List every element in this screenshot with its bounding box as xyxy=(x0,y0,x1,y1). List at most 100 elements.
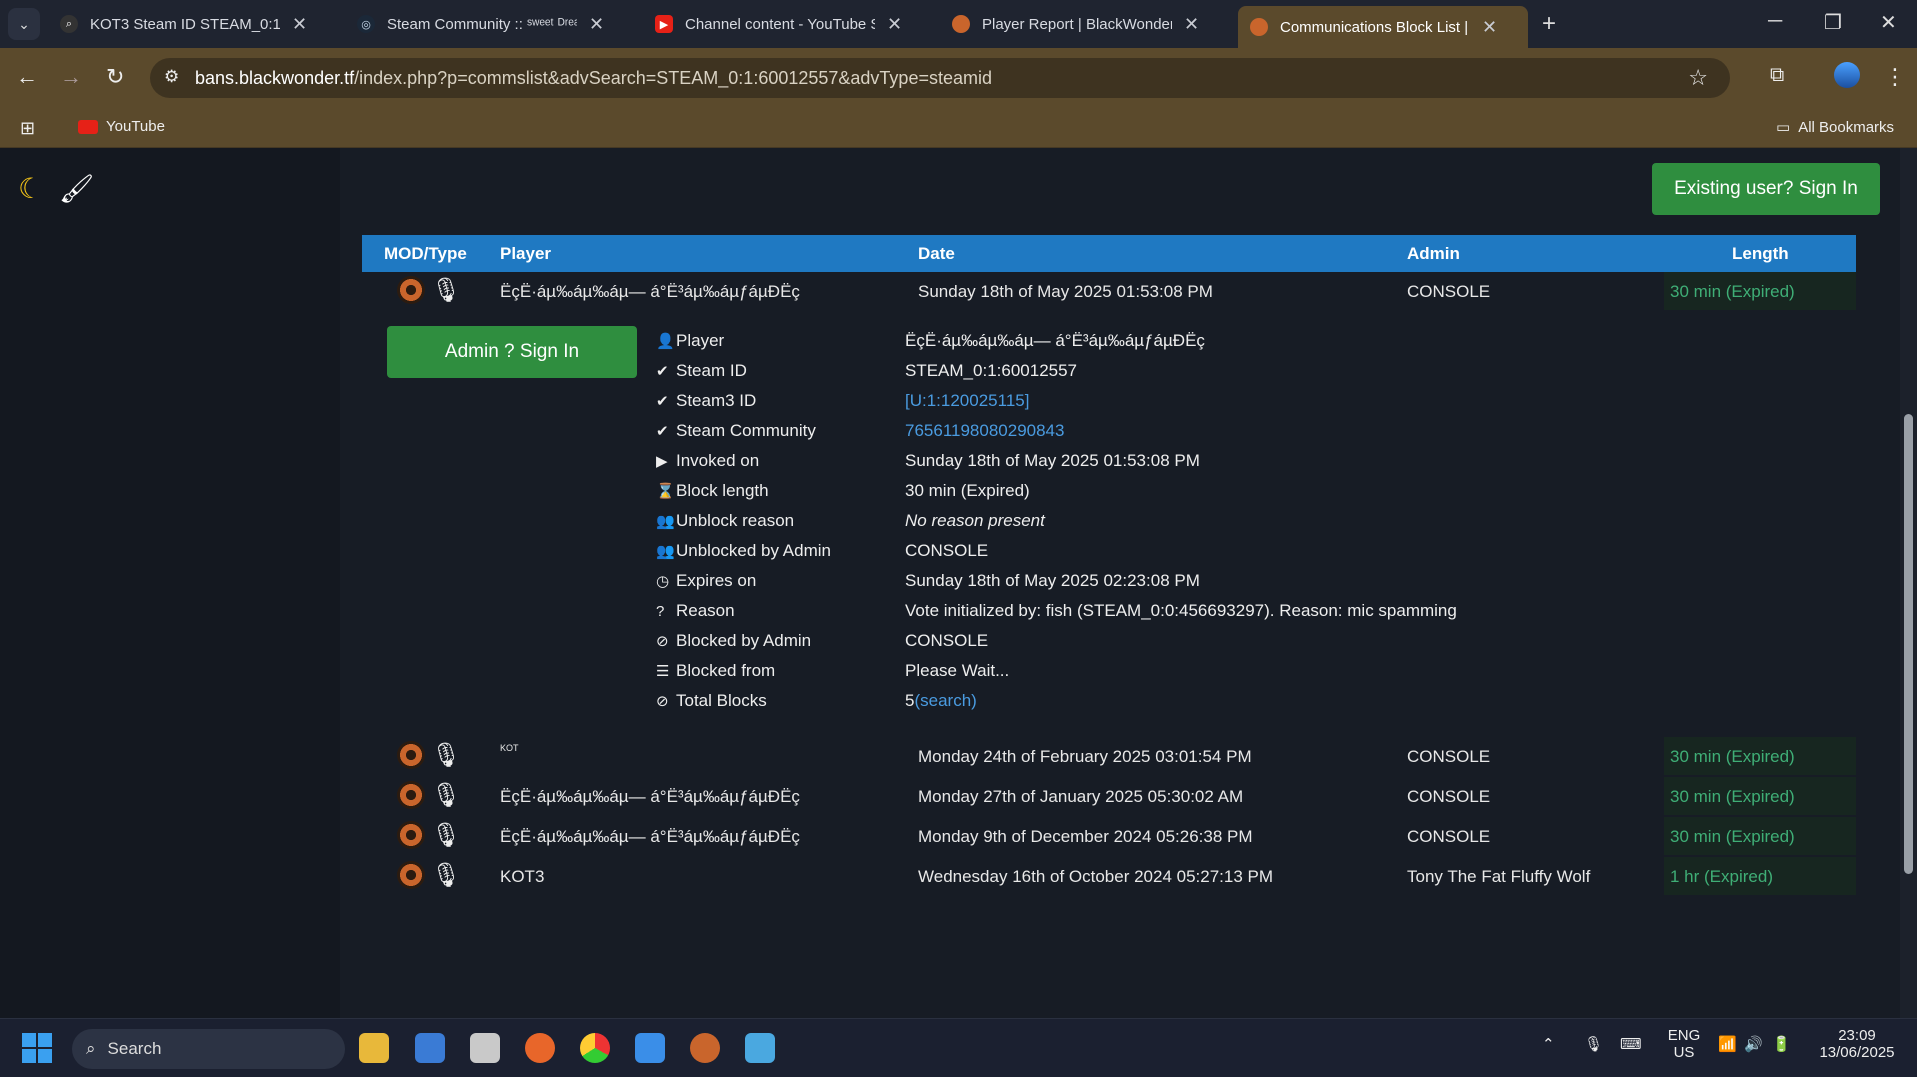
extensions-icon[interactable]: ⧉ xyxy=(1770,64,1784,87)
table-row[interactable]: 🎙 ЁçЁ·áµ‰áµ‰áµ— á°Ё³áµ‰áµƒáµÐЁç Monday 2… xyxy=(362,777,1856,815)
wifi-icon[interactable]: 📶 xyxy=(1718,1035,1737,1053)
detail-label-expires-on: ◷ Expires on xyxy=(656,571,757,590)
clock[interactable]: 23:09 13/06/2025 xyxy=(1812,1027,1902,1061)
detail-value-steam-id: STEAM_0:1:60012557 xyxy=(905,361,1078,380)
steam3-id-link[interactable]: [U:1:120025115] xyxy=(905,391,1029,411)
tab-2[interactable]: ◎ Steam Community :: ˢʷᵉᵉᵗ ᴰʳᵉᵃᵐˢ ✕ xyxy=(345,6,635,42)
language-indicator[interactable]: ENG US xyxy=(1664,1027,1704,1061)
detail-value-unblocked-by: CONSOLE xyxy=(905,541,989,560)
store-icon[interactable] xyxy=(635,1033,665,1063)
tab-5-active[interactable]: Communications Block List | Bla ✕ xyxy=(1238,6,1528,48)
keyboard-icon[interactable]: ⌨ xyxy=(1620,1035,1642,1053)
block-date: Monday 9th of December 2024 05:26:38 PM xyxy=(918,827,1253,846)
col-admin: Admin xyxy=(1407,244,1460,263)
control-panel-icon[interactable] xyxy=(415,1033,445,1063)
notepad-icon[interactable] xyxy=(745,1033,775,1063)
steam-community-link[interactable]: 76561198080290843 xyxy=(905,421,1064,441)
block-date: Monday 24th of February 2025 03:01:54 PM xyxy=(918,747,1252,766)
bookmark-youtube[interactable]: YouTube xyxy=(78,118,165,135)
close-icon[interactable]: ✕ xyxy=(292,14,307,35)
close-icon[interactable]: ✕ xyxy=(1184,14,1199,35)
tab-title: Steam Community :: ˢʷᵉᵉᵗ ᴰʳᵉᵃᵐˢ xyxy=(387,15,577,33)
back-icon[interactable]: ← xyxy=(16,64,38,90)
player-name: ЁçЁ·áµ‰áµ‰áµ— á°Ё³áµ‰áµƒáµÐЁç xyxy=(500,282,800,301)
reload-icon[interactable]: ↻ xyxy=(106,64,124,90)
detail-value-invoked-on: Sunday 18th of May 2025 01:53:08 PM xyxy=(905,451,1200,470)
volume-icon[interactable]: 🔊 xyxy=(1744,1035,1763,1053)
close-icon[interactable]: ✕ xyxy=(589,14,604,35)
detail-label-blocked-from: ☰ Blocked from xyxy=(656,661,776,680)
site-info-icon[interactable]: ⚙ xyxy=(164,67,179,87)
apps-icon[interactable]: ⊞ xyxy=(20,118,35,139)
user-clock-icon: 👥 xyxy=(656,513,675,530)
tf2-icon xyxy=(952,15,970,33)
detail-value-player: ЁçЁ·áµ‰áµ‰áµ— á°Ё³áµ‰áµƒáµÐЁç xyxy=(905,331,1205,350)
snipping-tool-icon[interactable] xyxy=(470,1033,500,1063)
tab-bar: ⌄ ⌕ KOT3 Steam ID STEAM_0:1:6001 ✕ ◎ Ste… xyxy=(0,0,1917,48)
star-icon[interactable]: ☆ xyxy=(1688,65,1708,91)
tf2-icon xyxy=(397,821,425,849)
detail-label-player: 👤Player xyxy=(656,331,725,350)
date: 13/06/2025 xyxy=(1819,1044,1895,1061)
tab-search-button[interactable]: ⌄ xyxy=(8,8,40,40)
tab-1[interactable]: ⌕ KOT3 Steam ID STEAM_0:1:6001 ✕ xyxy=(48,6,338,42)
tf2-app-icon[interactable] xyxy=(690,1033,720,1063)
windows-start-icon[interactable] xyxy=(22,1033,52,1063)
tf2-icon xyxy=(397,861,425,889)
profile-avatar[interactable] xyxy=(1834,62,1860,88)
firefox-icon[interactable] xyxy=(525,1033,555,1063)
player-name: KOT xyxy=(500,743,519,753)
folder-icon: ▭ xyxy=(1776,119,1791,136)
tab-title: Player Report | BlackWonder.TF xyxy=(982,15,1172,33)
file-explorer-icon[interactable] xyxy=(359,1033,389,1063)
window-close-icon[interactable]: ✕ xyxy=(1880,10,1897,35)
youtube-icon: ▶ xyxy=(655,15,673,33)
table-row[interactable]: 🎙 ЁçЁ·áµ‰áµ‰áµ— á°Ё³áµ‰áµƒáµÐЁç Sunday 1… xyxy=(362,272,1856,310)
chevron-up-icon[interactable]: ⌃ xyxy=(1542,1035,1555,1053)
block-date: Sunday 18th of May 2025 01:53:08 PM xyxy=(918,282,1213,301)
mod-type-icons: 🎙 xyxy=(397,276,462,304)
all-bookmarks[interactable]: ▭ All Bookmarks xyxy=(1776,118,1894,137)
muted-mic-icon: 🎙 xyxy=(431,277,462,304)
length-badge: 30 min (Expired) xyxy=(1664,817,1856,855)
detail-label-steam-id: ✔ Steam ID xyxy=(656,361,747,380)
microphone-icon[interactable]: 🎙 xyxy=(1584,1035,1603,1053)
new-tab-button[interactable]: + xyxy=(1542,10,1556,38)
brush-icon[interactable]: 🖌 xyxy=(59,173,95,204)
steam-icon: ◎ xyxy=(357,15,375,33)
player-name: ЁçЁ·áµ‰áµ‰áµ— á°Ё³áµ‰áµƒáµÐЁç xyxy=(500,827,800,846)
mod-type-icons: 🎙 xyxy=(397,741,461,769)
admin-signin-button[interactable]: Admin ? Sign In xyxy=(387,326,637,378)
admin-name: Tony The Fat Fluffy Wolf xyxy=(1407,867,1591,886)
tf2-icon xyxy=(397,741,425,769)
existing-user-signin-button[interactable]: Existing user? Sign In xyxy=(1652,163,1880,215)
admin-name: CONSOLE xyxy=(1407,282,1491,301)
scrollbar-thumb[interactable] xyxy=(1904,414,1913,874)
table-row[interactable]: 🎙 KOT Monday 24th of February 2025 03:01… xyxy=(362,737,1856,775)
tab-4[interactable]: Player Report | BlackWonder.TF ✕ xyxy=(940,6,1230,42)
tab-title: Channel content - YouTube Stu xyxy=(685,15,875,33)
table-row[interactable]: 🎙 KOT3 Wednesday 16th of October 2024 05… xyxy=(362,857,1856,895)
minimize-icon[interactable]: ─ xyxy=(1768,10,1782,33)
admin-name: CONSOLE xyxy=(1407,827,1491,846)
battery-icon[interactable]: 🔋 xyxy=(1772,1035,1791,1053)
admin-name: CONSOLE xyxy=(1407,787,1491,806)
detail-label-block-length: ⌛Block length xyxy=(656,481,769,500)
moon-icon[interactable]: ☾ xyxy=(18,173,43,204)
table-row[interactable]: 🎙 ЁçЁ·áµ‰áµ‰áµ— á°Ё³áµ‰áµƒáµÐЁç Monday 9… xyxy=(362,817,1856,855)
tab-3[interactable]: ▶ Channel content - YouTube Stu ✕ xyxy=(643,6,933,42)
close-icon[interactable]: ✕ xyxy=(1482,17,1497,38)
tf2-icon xyxy=(1250,18,1268,36)
tab-title: KOT3 Steam ID STEAM_0:1:6001 xyxy=(90,15,280,33)
restore-icon[interactable]: ❐ xyxy=(1824,10,1842,35)
detail-label-reason: ? Reason xyxy=(656,601,735,620)
ban-icon: ⊘ xyxy=(656,693,669,710)
taskbar-search[interactable]: ⌕ Search xyxy=(72,1029,345,1069)
total-blocks-search-link[interactable]: (search) xyxy=(914,691,976,710)
close-icon[interactable]: ✕ xyxy=(887,14,902,35)
menu-icon[interactable]: ⋮ xyxy=(1884,64,1906,90)
url-field[interactable]: ⚙ bans.blackwonder.tf/index.php?p=commsl… xyxy=(150,58,1730,98)
page-scrollbar[interactable] xyxy=(1900,148,1917,1018)
forward-icon[interactable]: → xyxy=(60,64,82,90)
chrome-icon[interactable] xyxy=(580,1033,610,1063)
